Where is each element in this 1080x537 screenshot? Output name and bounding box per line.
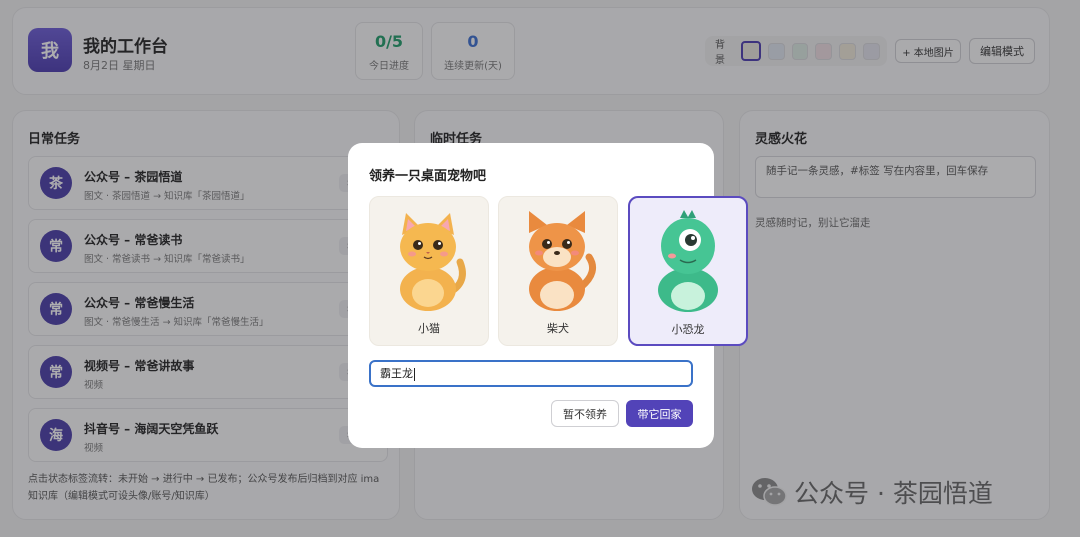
pet-name-label: 小恐龙 — [671, 323, 705, 336]
dialog-title: 领养一只桌面宠物吧 — [369, 169, 487, 184]
adopt-pet-dialog: 领养一只桌面宠物吧 小猫 柴犬 小恐龙 霸王龙 暂不领养 带它回家 — [348, 143, 748, 448]
pet-option-cat[interactable]: 小猫 — [369, 196, 489, 346]
dog-icon — [529, 211, 597, 311]
text-caret — [414, 367, 415, 381]
pet-name-label: 柴犬 — [547, 322, 569, 335]
decline-button[interactable]: 暂不领养 — [551, 400, 619, 427]
pet-name-label: 小猫 — [418, 322, 440, 335]
dino-icon — [658, 210, 718, 312]
pet-name-input[interactable]: 霸王龙 — [369, 360, 693, 387]
pet-name-value: 霸王龙 — [380, 367, 413, 380]
adopt-button[interactable]: 带它回家 — [626, 400, 693, 427]
pet-option-dino[interactable]: 小恐龙 — [628, 196, 748, 346]
pet-option-shiba[interactable]: 柴犬 — [498, 196, 618, 346]
cat-icon — [400, 213, 466, 311]
